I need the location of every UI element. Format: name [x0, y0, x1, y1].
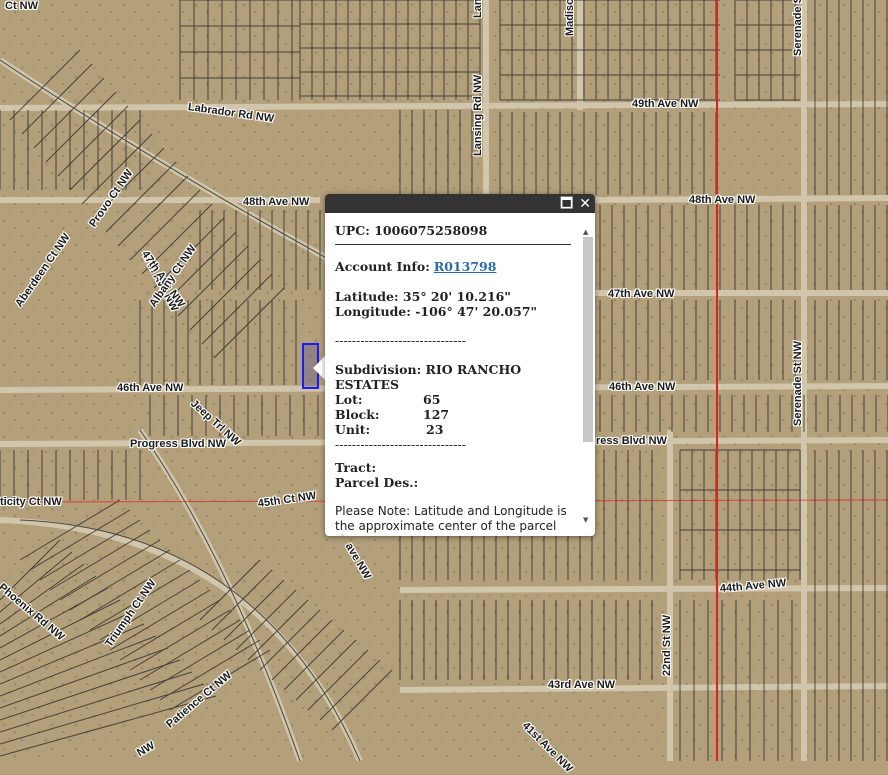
coordinate-note: Please Note: Latitude and Longitude is t… [335, 504, 567, 536]
popup-header: 🗖 ✕ [325, 194, 595, 213]
longitude-value: Longitude: -106° 47' 20.057" [335, 304, 538, 319]
road-label-lansing1: Lansing Ct NW [472, 0, 484, 18]
lot-value: 65 [423, 392, 441, 407]
separator-2: ------------------------------- [335, 437, 466, 452]
tract-label: Tract: [335, 460, 377, 475]
upc-value: UPC: 1006075258098 [335, 223, 571, 245]
road-label-ticity: ticity Ct NW [0, 496, 62, 508]
road-label-ave46e: 46th Ave NW [609, 381, 676, 393]
road-label-lansing2: Lansing Rd NW [472, 74, 484, 156]
account-link[interactable]: R013798 [434, 259, 497, 274]
road-label-progress_w: Progress Blvd NW [130, 438, 226, 450]
road-label-ave47e: 47th Ave NW [608, 288, 675, 300]
road-label-ave49: 49th Ave NW [632, 98, 699, 110]
road-label-progress_e: ress Blvd NW [596, 435, 667, 447]
unit-label: Unit: [335, 422, 371, 437]
road-label-ave48e: 48th Ave NW [689, 194, 756, 206]
road-label-ave46w: 46th Ave NW [117, 382, 184, 394]
latitude-value: Latitude: 35° 20' 10.216" [335, 289, 511, 304]
road-label-serenade_ct: Serenade St NW [792, 0, 804, 56]
scroll-up-icon[interactable]: ▲ [583, 228, 588, 236]
road-label-madison: Madison Ct NW [564, 0, 576, 36]
separator-1: ------------------------------- [335, 333, 466, 348]
parcel-info-popup: 🗖 ✕ UPC: 1006075258098 Account Info: R01… [325, 194, 595, 536]
lot-row: Lot: 65 [335, 392, 575, 407]
popup-content: UPC: 1006075258098 Account Info: R013798… [325, 213, 595, 536]
road-label-ctnw_top: Ct NW [5, 0, 38, 12]
lot-label: Lot: [335, 392, 363, 407]
scroll-thumb[interactable] [583, 237, 593, 442]
unit-value: 23 [426, 422, 444, 437]
road-label-ave48w: 48th Ave NW [243, 196, 310, 208]
parcel-des-label: Parcel Des.: [335, 475, 419, 490]
block-row: Block: 127 [335, 407, 575, 422]
maximize-icon[interactable]: 🗖 [560, 197, 573, 211]
road-label-st22: 22nd St NW [661, 614, 673, 676]
popup-scrollbar[interactable]: ▲ ▼ [581, 228, 593, 524]
road-label-ave43: 43rd Ave NW [548, 679, 616, 691]
account-label: Account Info: [335, 259, 430, 274]
subdivision-value: Subdivision: RIO RANCHO ESTATES [335, 362, 522, 392]
road-label-serenade_st: Serenade St NW [792, 341, 804, 426]
block-label: Block: [335, 407, 380, 422]
scroll-down-icon[interactable]: ▼ [583, 516, 588, 524]
close-icon[interactable]: ✕ [579, 197, 591, 211]
unit-row: Unit: 23 [335, 422, 575, 437]
block-value: 127 [423, 407, 450, 422]
